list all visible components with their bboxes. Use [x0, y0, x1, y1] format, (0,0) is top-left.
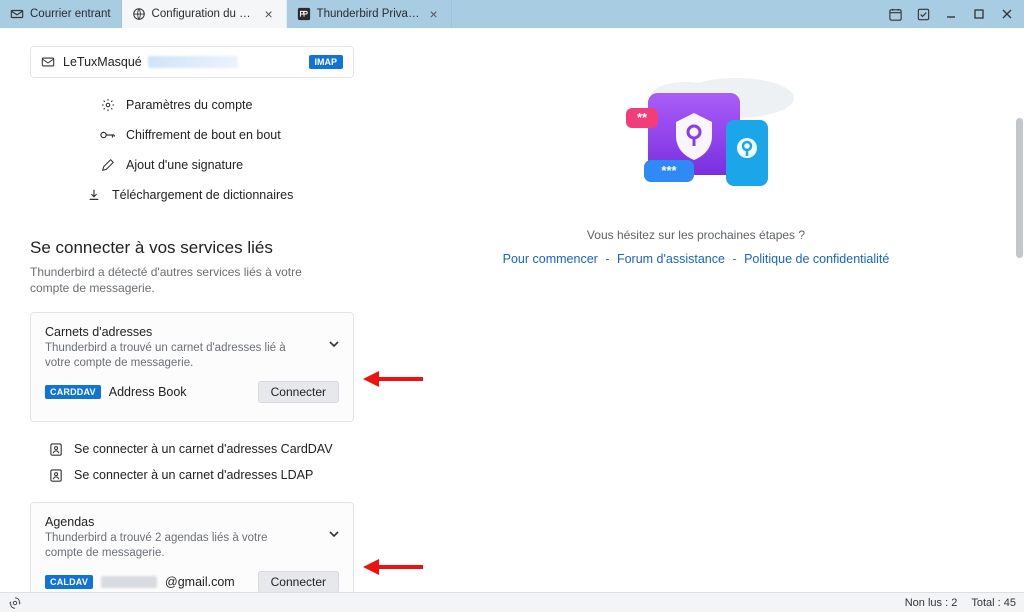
key-icon [100, 127, 116, 143]
link-label: Se connecter à un carnet d'adresses LDAP [74, 468, 313, 482]
protocol-badge: CALDAV [45, 575, 93, 589]
account-icon [41, 55, 55, 69]
protocol-badge: IMAP [309, 55, 344, 69]
hesitate-text: Vous hésitez sur les prochaines étapes ? [587, 228, 805, 242]
sync-icon[interactable] [8, 596, 22, 610]
help-links: Pour commencer - Forum d'assistance - Po… [503, 252, 890, 266]
addressbook-extra-links: Se connecter à un carnet d'adresses Card… [48, 436, 354, 488]
annotation-arrow [363, 557, 423, 577]
redacted-email [148, 56, 238, 68]
link-label: Se connecter à un carnet d'adresses Card… [74, 442, 333, 456]
panel-title: Agendas [45, 515, 339, 529]
panel-desc: Thunderbird a trouvé un carnet d'adresse… [45, 341, 290, 371]
linked-services-title: Se connecter à vos services liés [30, 238, 354, 258]
chevron-down-icon[interactable] [327, 337, 341, 351]
menu-label: Chiffrement de bout en bout [126, 128, 281, 142]
agenda-name: @gmail.com [165, 575, 235, 589]
agenda-row: CALDAV @gmail.com Connecter [45, 571, 339, 592]
scrollbar-thumb[interactable] [1016, 118, 1023, 258]
total-count: Total : 45 [971, 597, 1016, 609]
addressbook-name: Address Book [109, 385, 187, 399]
addressbooks-panel: Carnets d'adresses Thunderbird a trouvé … [30, 312, 354, 422]
menu-label: Ajout d'une signature [126, 158, 243, 172]
tab-inbox[interactable]: Courrier entrant [0, 0, 122, 28]
gear-icon [100, 97, 116, 113]
illustration: ** *** [586, 68, 806, 198]
pencil-icon [100, 157, 116, 173]
connect-button[interactable]: Connecter [258, 571, 339, 592]
close-window-icon[interactable] [996, 3, 1018, 25]
tab-label: Courrier entrant [30, 8, 111, 20]
maximize-icon[interactable] [968, 3, 990, 25]
chevron-down-icon[interactable] [327, 527, 341, 541]
site-icon [297, 7, 311, 21]
menu-account-settings[interactable]: Paramètres du compte [30, 90, 354, 120]
menu-label: Téléchargement de dictionnaires [112, 188, 293, 202]
content-area: LeTuxMasqué IMAP Paramètres du compte Ch… [0, 28, 1024, 592]
menu-download-dictionaries[interactable]: Téléchargement de dictionnaires [30, 180, 354, 210]
calendar-icon[interactable] [884, 3, 906, 25]
menu-label: Paramètres du compte [126, 98, 252, 112]
redacted-text [101, 576, 157, 588]
download-icon [86, 187, 102, 203]
hero-area: ** *** Vous hésitez sur les prochaines é… [368, 28, 1024, 286]
annotation-arrow [363, 369, 423, 389]
agendas-panel: Agendas Thunderbird a trouvé 2 agendas l… [30, 502, 354, 592]
addressbook-icon [48, 467, 64, 483]
close-icon[interactable]: × [427, 7, 441, 21]
addressbook-row: CARDDAV Address Book Connecter [45, 381, 339, 403]
svg-text:***: *** [661, 163, 677, 178]
minimize-icon[interactable] [940, 3, 962, 25]
inbox-icon [10, 7, 24, 21]
privacy-policy-link[interactable]: Politique de confidentialité [744, 252, 889, 266]
connect-carddav-link[interactable]: Se connecter à un carnet d'adresses Card… [48, 436, 354, 462]
separator: - [728, 252, 740, 266]
linked-services-desc: Thunderbird a détecté d'autres services … [30, 264, 330, 296]
svg-text:**: ** [637, 110, 648, 125]
tab-strip: Courrier entrant Configuration du compte… [0, 0, 878, 28]
connect-button[interactable]: Connecter [258, 381, 339, 403]
tasks-icon[interactable] [912, 3, 934, 25]
connect-ldap-link[interactable]: Se connecter à un carnet d'adresses LDAP [48, 462, 354, 488]
close-icon[interactable]: × [262, 7, 276, 21]
statusbar: Non lus : 2 Total : 45 [0, 592, 1024, 612]
protocol-badge: CARDDAV [45, 385, 101, 399]
panel-desc: Thunderbird a trouvé 2 agendas liés à vo… [45, 531, 290, 561]
unread-count: Non lus : 2 [905, 597, 958, 609]
tab-account-config[interactable]: Configuration du compte × [122, 0, 287, 28]
addressbook-icon [48, 441, 64, 457]
tab-privacy-notice[interactable]: Thunderbird Privacy Notice × [287, 0, 452, 28]
separator: - [601, 252, 613, 266]
panel-title: Carnets d'adresses [45, 325, 339, 339]
tab-label: Configuration du compte [152, 8, 256, 20]
titlebar: Courrier entrant Configuration du compte… [0, 0, 1024, 28]
tab-label: Thunderbird Privacy Notice [317, 8, 421, 20]
window-controls [878, 0, 1024, 28]
account-name: LeTuxMasqué [63, 55, 142, 69]
support-forum-link[interactable]: Forum d'assistance [617, 252, 725, 266]
menu-add-signature[interactable]: Ajout d'une signature [30, 150, 354, 180]
menu-e2e-encryption[interactable]: Chiffrement de bout en bout [30, 120, 354, 150]
account-menu: Paramètres du compte Chiffrement de bout… [30, 90, 354, 210]
account-card: LeTuxMasqué IMAP [30, 46, 354, 78]
globe-icon [132, 7, 146, 21]
getting-started-link[interactable]: Pour commencer [503, 252, 598, 266]
